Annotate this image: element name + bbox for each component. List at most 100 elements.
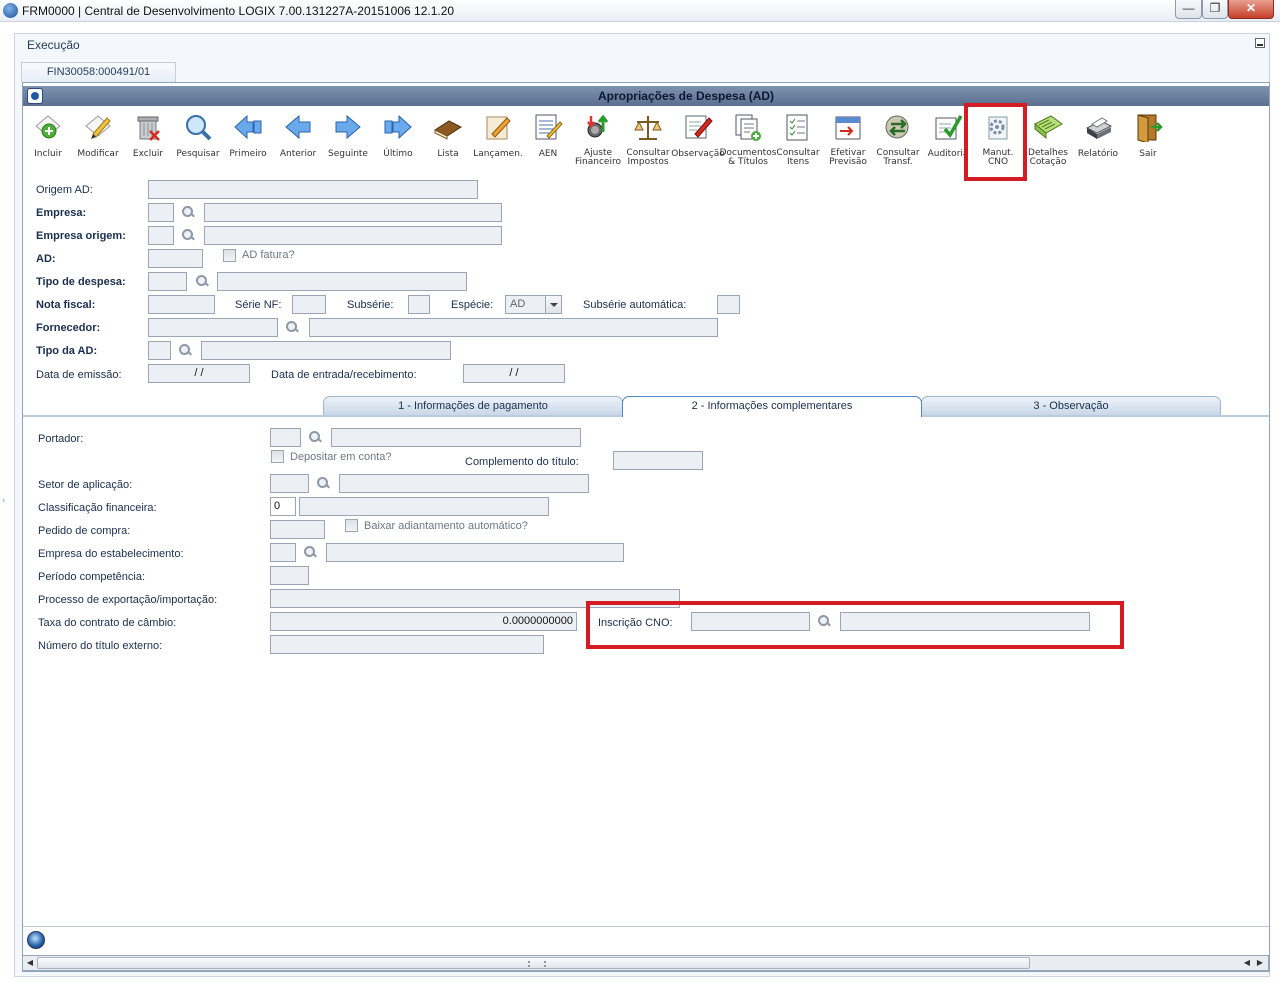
toolbar-button-efetivar-previsão[interactable]: Efetivar Previsão (823, 106, 873, 168)
setor-code-field[interactable] (270, 474, 309, 493)
toolbar-button-ajuste-financeiro[interactable]: Ajuste Financeiro (573, 106, 623, 168)
calendar-arrow-icon (833, 112, 863, 142)
panel-minimize-icon[interactable] (1255, 38, 1265, 48)
toolbar-button-aen[interactable]: AEN (523, 106, 573, 168)
empresa-estab-code-field[interactable] (270, 543, 296, 562)
classificacao-description-field[interactable] (299, 497, 549, 516)
horizontal-scrollbar[interactable]: ◀ ◀ ▶ (22, 955, 1269, 971)
toolbar-button-anterior[interactable]: Anterior (273, 106, 323, 168)
minimize-button[interactable]: — (1175, 0, 1202, 19)
fornecedor-description-field[interactable] (309, 318, 718, 337)
tipo-ad-description-field[interactable] (201, 341, 451, 360)
toolbar-button-último[interactable]: Último (373, 106, 423, 168)
pedido-compra-field[interactable] (270, 520, 325, 539)
toolbar-button-pesquisar[interactable]: Pesquisar (173, 106, 223, 168)
empresa-description-field[interactable] (204, 203, 502, 222)
toolbar-button-consultar-transf[interactable]: Consultar Transf. (873, 106, 923, 168)
toolbar-button-observação[interactable]: Observação (671, 106, 725, 168)
toolbar-button-modificar[interactable]: Modificar (73, 106, 123, 168)
toolbar-button-incluir[interactable]: Incluir (23, 106, 73, 168)
bottom-separator (23, 926, 1269, 927)
data-emissao-field[interactable]: / / (148, 364, 250, 383)
tipo-despesa-search-icon[interactable] (195, 274, 209, 288)
tab-observacao[interactable]: 3 - Observação (921, 396, 1221, 416)
label-data-entrada: Data de entrada/recebimento: (271, 369, 417, 381)
empresa-origem-description-field[interactable] (204, 226, 502, 245)
label-pedido-compra: Pedido de compra: (38, 525, 131, 537)
toolbar-button-documentos-títulos[interactable]: Documentos & Títulos (720, 106, 776, 168)
toolbar-button-lançamen[interactable]: Lançamen. (473, 106, 523, 168)
left-collapse-handle[interactable]: › (2, 495, 8, 509)
toolbar-button-excluir[interactable]: Excluir (123, 106, 173, 168)
toolbar-button-lista[interactable]: Lista (423, 106, 473, 168)
nota-fiscal-field[interactable] (148, 295, 215, 314)
toolbar-button-sair[interactable]: Sair (1123, 106, 1173, 168)
data-entrada-field[interactable]: / / (463, 364, 565, 383)
setor-description-field[interactable] (339, 474, 589, 493)
program-tab[interactable]: FIN30058:000491/01 (21, 62, 176, 82)
tipo-ad-code-field[interactable] (148, 341, 171, 360)
spreadsheet-icon (1033, 112, 1063, 142)
label-empresa: Empresa: (36, 207, 87, 219)
window-title: FRM0000 | Central de Desenvolvimento LOG… (22, 4, 455, 18)
taxa-cambio-field[interactable]: 0.0000000000 (270, 612, 577, 631)
label-fornecedor: Fornecedor: (36, 322, 101, 334)
toolbar-button-consultar-itens[interactable]: Consultar Itens (773, 106, 823, 168)
close-button[interactable]: ✕ (1228, 0, 1274, 19)
serie-nf-field[interactable] (292, 295, 326, 314)
setor-search-icon[interactable] (316, 476, 330, 490)
classificacao-code-field[interactable]: 0 (270, 497, 296, 516)
label-subserie-automatica: Subsérie automática: (583, 299, 687, 311)
ad-field[interactable] (148, 249, 203, 268)
scroll-right-icon[interactable]: ▶ (1254, 957, 1266, 969)
toolbar-button-primeiro[interactable]: Primeiro (223, 106, 273, 168)
toolbar-button-relatório[interactable]: Relatório (1073, 106, 1123, 168)
documents-plus-icon (733, 112, 763, 142)
tipo-ad-search-icon[interactable] (178, 343, 192, 357)
complemento-titulo-field[interactable] (613, 451, 703, 470)
baixar-adiantamento-checkbox[interactable] (345, 519, 358, 532)
portador-search-icon[interactable] (308, 430, 322, 444)
depositar-checkbox[interactable] (271, 450, 284, 463)
status-globe-icon[interactable] (27, 931, 45, 949)
empresa-search-icon[interactable] (181, 205, 195, 219)
periodo-competencia-field[interactable] (270, 566, 309, 585)
empresa-estab-search-icon[interactable] (303, 545, 317, 559)
chevron-down-icon[interactable] (545, 296, 561, 313)
fornecedor-search-icon[interactable] (285, 320, 299, 334)
portador-code-field[interactable] (270, 428, 301, 447)
label-portador: Portador: (38, 433, 84, 445)
label-serie-nf: Série NF: (235, 299, 282, 311)
scroll-left-end-icon[interactable]: ◀ (1241, 957, 1253, 969)
toolbar-button-seguinte[interactable]: Seguinte (323, 106, 373, 168)
tab-informacoes-pagamento[interactable]: 1 - Informações de pagamento (323, 396, 623, 416)
depositar-label: Depositar em conta? (290, 451, 392, 463)
numero-titulo-externo-field[interactable] (270, 635, 544, 654)
label-processo-exportacao: Processo de exportação/importação: (38, 594, 218, 606)
subserie-field[interactable] (408, 295, 430, 314)
tipo-despesa-code-field[interactable] (148, 272, 187, 291)
tab-informacoes-complementares[interactable]: 2 - Informações complementares (622, 396, 922, 417)
portador-description-field[interactable] (331, 428, 581, 447)
especie-select[interactable]: AD (505, 295, 562, 314)
fornecedor-code-field[interactable] (148, 318, 278, 337)
label-numero-titulo-externo: Número do título externo: (38, 640, 163, 652)
origem-ad-field[interactable] (148, 180, 478, 199)
tipo-despesa-description-field[interactable] (217, 272, 467, 291)
ad-fatura-checkbox[interactable] (223, 249, 236, 262)
label-nota-fiscal: Nota fiscal: (36, 299, 96, 311)
magnifier-icon (183, 112, 213, 142)
form-title: Apropriações de Despesa (AD) (597, 89, 775, 103)
empresa-origem-search-icon[interactable] (181, 228, 195, 242)
scrollbar-thumb[interactable] (37, 957, 1030, 969)
baixar-adiantamento-label: Baixar adiantamento automático? (364, 520, 528, 532)
toolbar-button-consultar-impostos[interactable]: Consultar Impostos (623, 106, 673, 168)
empresa-estab-description-field[interactable] (326, 543, 624, 562)
toolbar-button-detalhes-cotação[interactable]: Detalhes Cotação (1023, 106, 1073, 168)
label-classificacao-financeira: Classificação financeira: (38, 502, 157, 514)
scroll-left-icon[interactable]: ◀ (24, 957, 36, 969)
empresa-code-field[interactable] (148, 203, 174, 222)
restore-button[interactable]: ❐ (1202, 0, 1228, 19)
empresa-origem-code-field[interactable] (148, 226, 174, 245)
subserie-automatica-field[interactable] (717, 295, 740, 314)
